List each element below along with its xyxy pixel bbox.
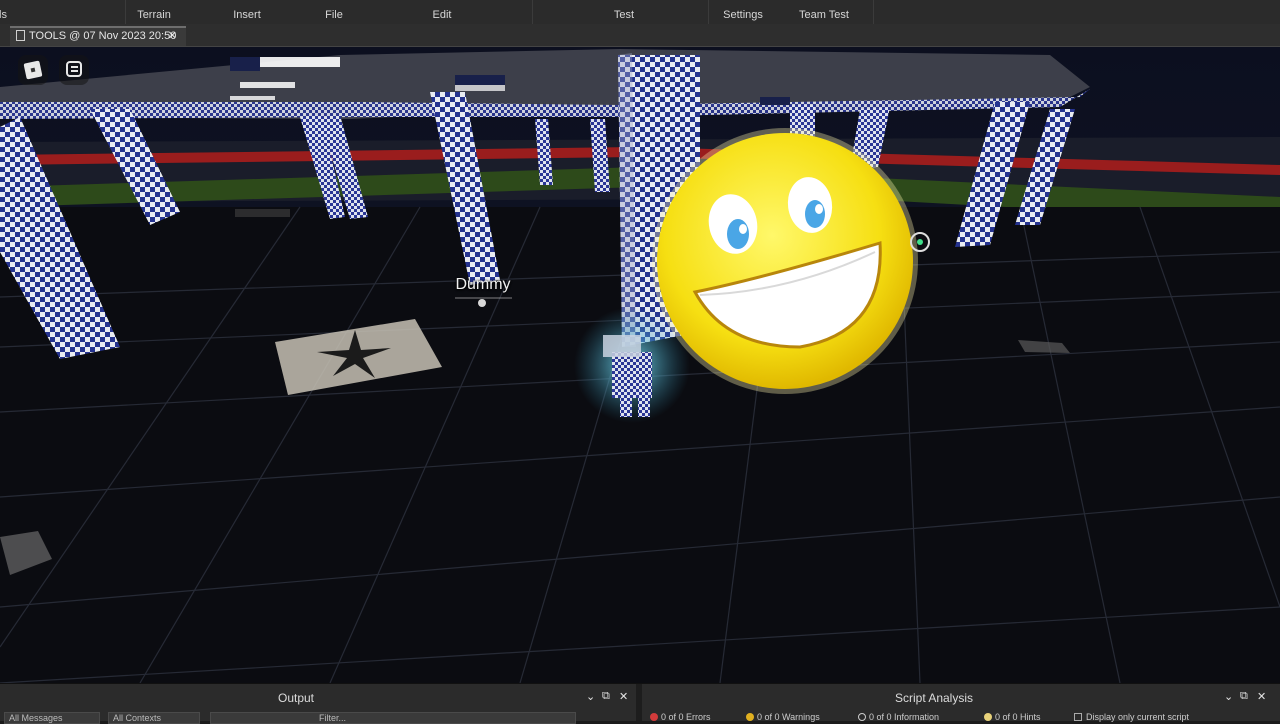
menu-item-file[interactable]: File (325, 0, 343, 24)
undock-icon[interactable]: ⧉ (1240, 690, 1248, 703)
menu-item-terrain[interactable]: Terrain (137, 0, 171, 24)
scene-render (0, 47, 1280, 683)
roblox-menu-button[interactable] (18, 55, 48, 85)
hints-filter[interactable]: 0 of 0 Hints (984, 712, 1041, 722)
game-viewport[interactable]: Dummy (0, 47, 1280, 683)
errors-filter[interactable]: 0 of 0 Errors (650, 712, 711, 722)
roblox-logo-icon (23, 60, 43, 80)
filter-input[interactable]: Filter... (210, 712, 576, 724)
warnings-label: 0 of 0 Warnings (757, 712, 820, 722)
undock-icon[interactable]: ⧉ (602, 690, 610, 703)
output-panel: Output ⌄ ⧉ ✕ All Messages All Contexts F… (0, 684, 636, 724)
menu-bar: ls Terrain Insert File Edit Test Setting… (0, 0, 1280, 25)
character-name-label: Dummy (455, 276, 511, 293)
smiley-ball (652, 128, 918, 394)
context-dropdown[interactable]: All Contexts (108, 712, 200, 724)
chevron-down-icon[interactable]: ⌄ (586, 690, 595, 703)
menu-item-test[interactable]: Test (614, 0, 634, 24)
menu-separator (873, 0, 874, 24)
menu-item-team-test[interactable]: Team Test (799, 0, 849, 24)
warnings-filter[interactable]: 0 of 0 Warnings (746, 712, 820, 722)
script-analysis-toolbar: 0 of 0 Errors 0 of 0 Warnings 0 of 0 Inf… (642, 709, 1280, 722)
menu-item-edit[interactable]: Edit (433, 0, 452, 24)
menu-item-settings[interactable]: Settings (723, 0, 763, 24)
message-type-dropdown[interactable]: All Messages (4, 712, 100, 724)
chat-icon (66, 61, 82, 77)
output-panel-title: Output (277, 691, 315, 705)
document-tab-tools[interactable]: TOOLS @ 07 Nov 2023 20:50 ✕ (10, 26, 186, 46)
chevron-down-icon[interactable]: ⌄ (1224, 690, 1233, 703)
script-analysis-panel: Script Analysis ⌄ ⧉ ✕ 0 of 0 Errors 0 of… (642, 684, 1280, 722)
hints-label: 0 of 0 Hints (995, 712, 1041, 722)
close-icon[interactable]: ✕ (1257, 690, 1266, 703)
output-toolbar: All Messages All Contexts Filter... (0, 709, 636, 724)
menu-separator (708, 0, 709, 24)
chat-button[interactable] (59, 55, 89, 85)
script-analysis-title: Script Analysis (894, 691, 974, 705)
errors-label: 0 of 0 Errors (661, 712, 711, 722)
information-label: 0 of 0 Information (869, 712, 940, 722)
menu-item-insert[interactable]: Insert (233, 0, 261, 24)
close-icon[interactable]: ✕ (168, 28, 177, 45)
close-icon[interactable]: ✕ (619, 690, 628, 703)
menu-separator (125, 0, 126, 24)
display-only-current-checkbox[interactable]: Display only current script (1074, 712, 1189, 722)
document-tab-label: TOOLS @ 07 Nov 2023 20:50 (29, 30, 177, 42)
information-filter[interactable]: 0 of 0 Information (858, 712, 939, 722)
display-only-label: Display only current script (1086, 712, 1190, 722)
bottom-dock: Output ⌄ ⧉ ✕ All Messages All Contexts F… (0, 683, 1280, 724)
document-tab-bar: TOOLS @ 07 Nov 2023 20:50 ✕ (0, 24, 1280, 47)
menu-separator (532, 0, 533, 24)
menu-item-tools[interactable]: ls (0, 0, 7, 24)
document-icon (16, 30, 25, 41)
